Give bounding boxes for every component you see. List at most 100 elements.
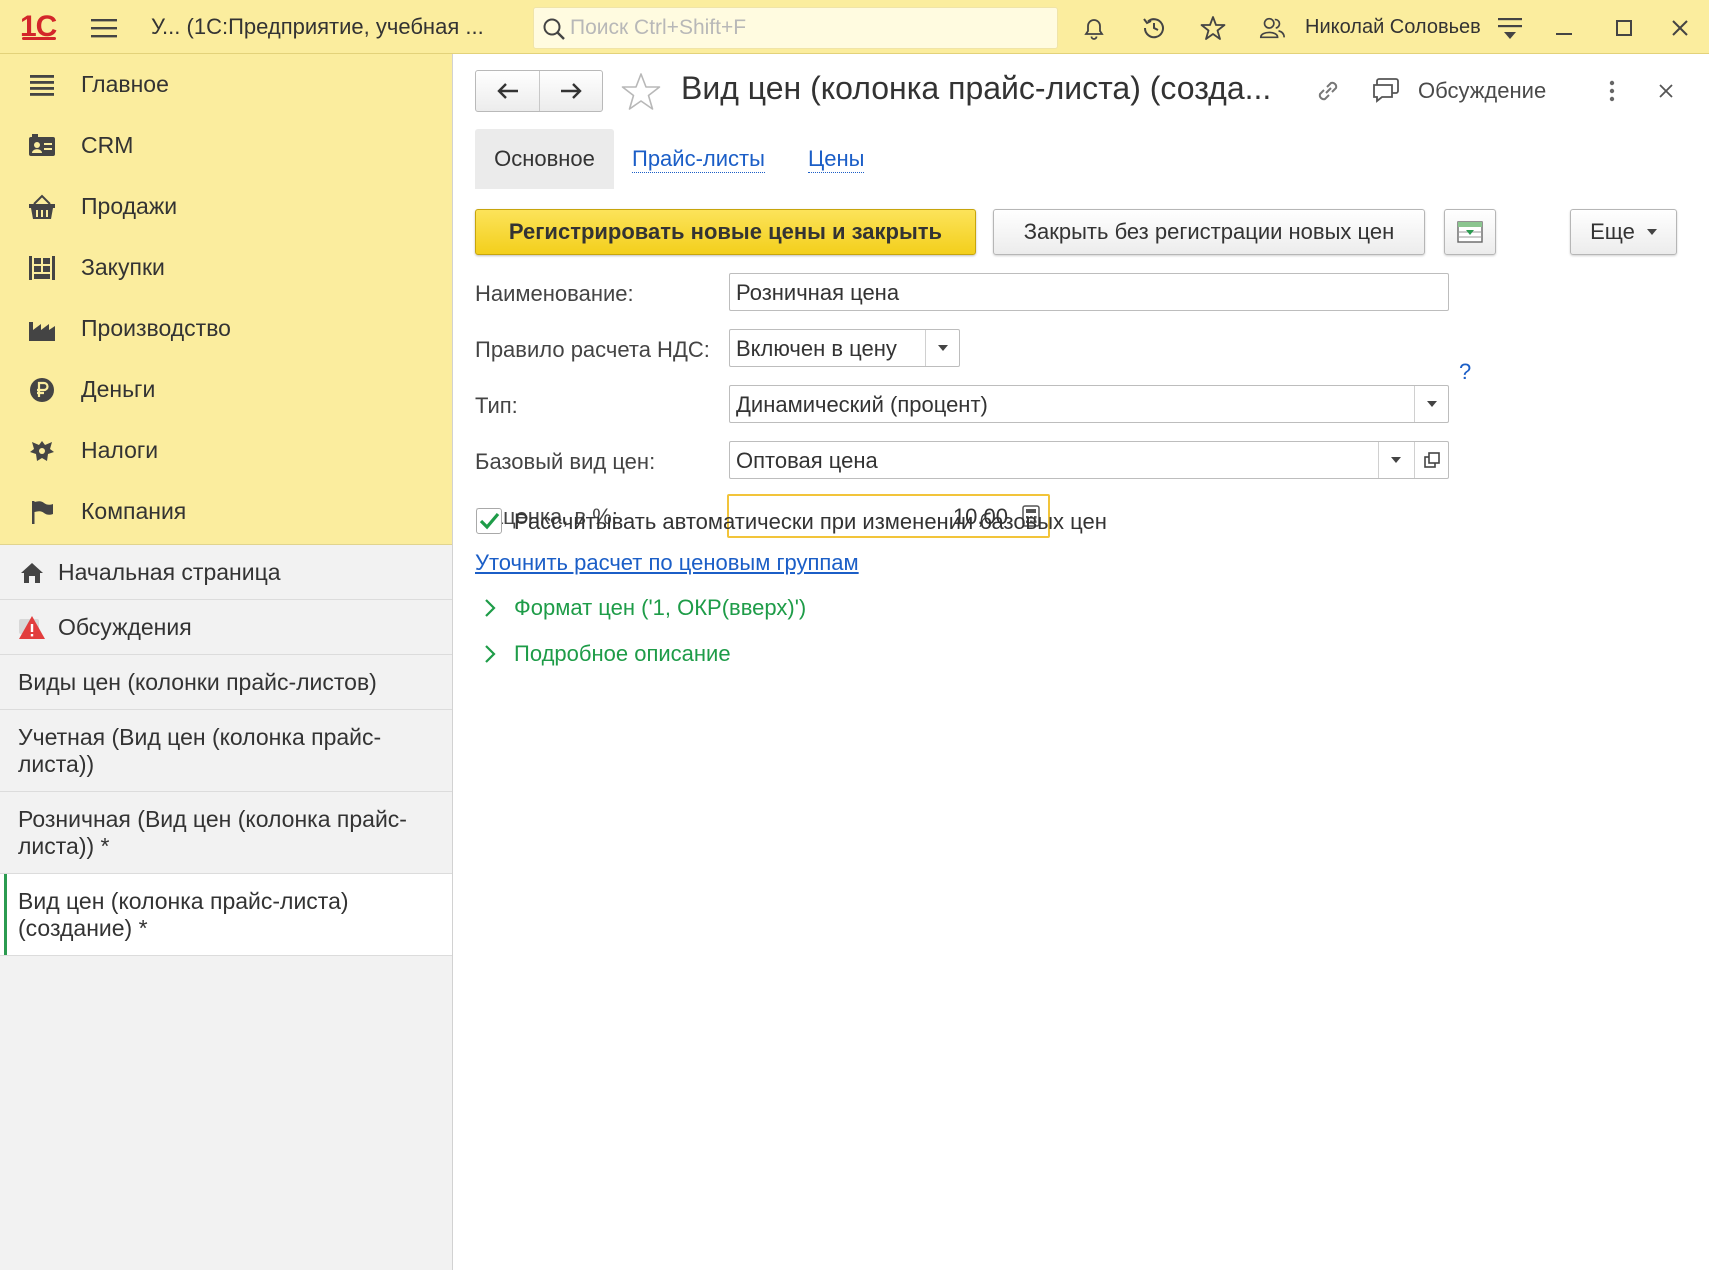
spreadsheet-download-icon [1457, 221, 1483, 243]
title-bar: 1С У... (1С:Предприятие, учебная ... Ник… [0, 0, 1709, 54]
register-and-close-button[interactable]: Регистрировать новые цены и закрыть [475, 209, 976, 255]
coat-of-arms-icon [28, 437, 56, 465]
section-production[interactable]: Производство [0, 298, 452, 359]
users-icon[interactable] [1258, 14, 1286, 42]
menu-lines-icon [28, 71, 56, 99]
chevron-down-icon [1646, 229, 1657, 235]
favorites-star-icon[interactable] [1199, 14, 1227, 42]
maximize-icon[interactable] [1610, 14, 1638, 42]
detailed-description-group[interactable]: Подробное описание [484, 638, 731, 670]
vat-rule-value: Включен в цену [736, 336, 897, 361]
app-logo[interactable]: 1С [20, 10, 57, 44]
bell-icon[interactable] [1080, 14, 1108, 42]
forward-button[interactable] [539, 71, 602, 111]
section-label: CRM [81, 132, 134, 158]
section-label: Компания [81, 498, 187, 524]
search-input[interactable] [570, 8, 1050, 48]
open-item-discussions[interactable]: Обсуждения [0, 600, 452, 655]
history-nav [475, 70, 603, 112]
name-value: Розничная цена [736, 280, 900, 305]
app-title: У... (1С:Предприятие, учебная ... [151, 14, 484, 39]
flag-icon [28, 498, 56, 526]
type-select[interactable]: Динамический (процент) [729, 385, 1449, 423]
type-value: Динамический (процент) [736, 392, 988, 417]
discussion-icon[interactable] [1371, 76, 1401, 106]
section-purchases[interactable]: Закупки [0, 237, 452, 298]
sidebar: Главное CRM Продажи Закупки Производство [0, 54, 453, 1270]
section-company[interactable]: Компания [0, 481, 452, 542]
hamburger-menu-icon[interactable] [90, 14, 118, 42]
price-format-group[interactable]: Формат цен ('1, ОКР(вверх)') [484, 592, 806, 624]
load-prices-button[interactable] [1444, 209, 1496, 255]
section-money[interactable]: Деньги [0, 359, 452, 420]
type-help-link[interactable]: ? [1459, 359, 1471, 385]
section-label: Налоги [81, 437, 159, 463]
link-icon[interactable] [1313, 76, 1343, 106]
close-without-register-button[interactable]: Закрыть без регистрации новых цен [993, 209, 1425, 255]
form-title: Вид цен (колонка прайс-листа) (созда... [681, 70, 1272, 106]
tab-prices[interactable]: Цены [808, 129, 865, 189]
section-main[interactable]: Главное [0, 54, 452, 115]
tab-label: Прайс-листы [632, 145, 765, 173]
base-price-type-select[interactable]: Оптовая цена [729, 441, 1449, 479]
open-item-label: Начальная страница [58, 559, 281, 585]
section-taxes[interactable]: Налоги [0, 420, 452, 481]
open-item-new-price-type[interactable]: Вид цен (колонка прайс-листа) (создание)… [0, 874, 452, 956]
vat-rule-select[interactable]: Включен в цену [729, 329, 960, 367]
favorite-star-icon[interactable] [620, 71, 662, 118]
auto-calc-label[interactable]: Рассчитывать автоматически при изменении… [514, 509, 1107, 535]
search-icon [542, 17, 566, 46]
base-price-type-value: Оптовая цена [736, 448, 878, 473]
vat-rule-dropdown-button[interactable] [925, 330, 959, 366]
more-button[interactable]: Еще [1570, 209, 1677, 255]
auto-calc-checkbox[interactable] [476, 508, 502, 534]
warehouse-icon [28, 254, 56, 282]
global-search[interactable] [533, 7, 1058, 49]
price-groups-link[interactable]: Уточнить расчет по ценовым группам [475, 550, 859, 576]
home-icon [18, 559, 46, 587]
more-button-label: Еще [1590, 219, 1635, 244]
functions-menu-icon[interactable] [1496, 14, 1524, 42]
section-label: Закупки [81, 254, 165, 280]
open-item-label: Обсуждения [58, 614, 192, 640]
type-dropdown-button[interactable] [1414, 386, 1448, 422]
sections-panel: Главное CRM Продажи Закупки Производство [0, 54, 452, 545]
open-windows-list: Начальная страница Обсуждения Виды цен (… [0, 545, 452, 956]
history-icon[interactable] [1140, 14, 1168, 42]
open-item-label: Учетная (Вид цен (колонка прайс-листа)) [18, 724, 382, 777]
discussion-label[interactable]: Обсуждение [1418, 78, 1546, 104]
close-window-icon[interactable] [1666, 14, 1694, 42]
name-field[interactable]: Розничная цена [729, 273, 1449, 311]
vat-rule-label: Правило расчета НДС: [475, 337, 710, 362]
section-label: Производство [81, 315, 231, 341]
chevron-right-icon [485, 645, 496, 663]
open-item-label: Розничная (Вид цен (колонка прайс-листа)… [18, 806, 407, 859]
section-crm[interactable]: CRM [0, 115, 452, 176]
ruble-icon [28, 376, 56, 404]
section-label: Деньги [81, 376, 156, 402]
tab-main[interactable]: Основное [475, 129, 614, 189]
chevron-down-icon [937, 345, 948, 351]
open-item-retail-price[interactable]: Розничная (Вид цен (колонка прайс-листа)… [0, 792, 452, 874]
section-label: Продажи [81, 193, 178, 219]
section-label: Главное [81, 71, 169, 97]
base-price-type-dropdown-button[interactable] [1378, 442, 1412, 478]
more-vertical-icon[interactable] [1597, 76, 1627, 106]
tab-price-lists[interactable]: Прайс-листы [632, 129, 765, 189]
arrow-left-icon [496, 83, 518, 99]
discussions-alert-icon [18, 614, 46, 642]
chevron-right-icon [485, 599, 496, 617]
base-price-type-open-button[interactable] [1414, 442, 1448, 478]
open-item-accounting-price[interactable]: Учетная (Вид цен (колонка прайс-листа)) [0, 710, 452, 792]
current-user-name[interactable]: Николай Соловьев [1305, 16, 1481, 39]
group-label: Подробное описание [514, 641, 731, 666]
name-label: Наименование: [475, 281, 634, 306]
open-item-price-types[interactable]: Виды цен (колонки прайс-листов) [0, 655, 452, 710]
minimize-icon[interactable] [1550, 14, 1578, 42]
basket-icon [28, 193, 56, 221]
close-form-icon[interactable] [1651, 76, 1681, 106]
section-sales[interactable]: Продажи [0, 176, 452, 237]
open-item-home[interactable]: Начальная страница [0, 545, 452, 600]
back-button[interactable] [476, 71, 539, 111]
contact-card-icon [28, 132, 56, 160]
